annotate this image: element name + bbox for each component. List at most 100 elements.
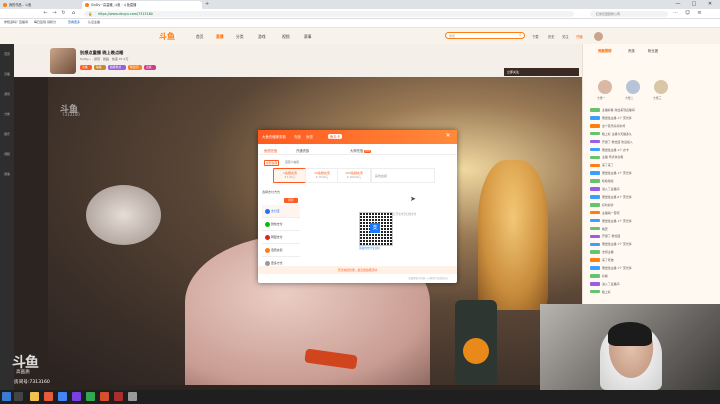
header-broadcast[interactable]: 开播 <box>576 34 583 39</box>
pay-method-wechat[interactable]: 微信支付 <box>262 218 300 231</box>
nav-live[interactable]: 直播 <box>216 34 224 40</box>
menu-icon[interactable]: ≡ <box>696 10 703 17</box>
rail-item-video[interactable]: 视频 <box>2 152 12 156</box>
follow-banner[interactable]: 立即关注 <box>504 68 579 76</box>
chat-text: 主播唱一首吧 <box>602 210 620 215</box>
modal-header-tab-0[interactable]: 充值 <box>294 134 301 139</box>
chat-text: 这个音乐好好听呀 <box>602 123 626 128</box>
header-history[interactable]: 历史 <box>548 34 555 39</box>
tab-favicon-icon <box>3 3 7 7</box>
streamer-avatar[interactable] <box>50 48 76 74</box>
search-icon[interactable]: ⌕ <box>519 32 522 38</box>
douyu-watermark-sub: 高画质 <box>16 370 30 375</box>
package-price: ¥ 100.00元 <box>346 176 362 179</box>
back-icon[interactable]: ← <box>42 10 49 17</box>
modal-agreement[interactable]: 充值即表示同意《斗鱼用户充值协议》 <box>258 275 457 282</box>
rail-item-fun[interactable]: 娱乐 <box>2 132 12 136</box>
chat-text: 晚安 <box>602 226 608 231</box>
header-download[interactable]: 下载 <box>532 34 539 39</box>
new-tab-button[interactable]: + <box>205 1 209 7</box>
modal-header-tab-1[interactable]: 鱼翅 <box>306 134 313 139</box>
bookmark-1[interactable]: 每日签到 领积分 <box>34 20 56 24</box>
chat-message: 晚上好 <box>590 290 716 295</box>
folder-icon[interactable] <box>30 392 39 401</box>
nav-games[interactable]: 游戏 <box>258 34 266 40</box>
modal-divider <box>258 154 457 155</box>
nav-events[interactable]: 赛事 <box>304 34 312 40</box>
minimize-button[interactable]: — <box>672 0 684 9</box>
bookmark-3[interactable]: 认证主播 <box>88 20 100 24</box>
modal-header-tab-2[interactable]: 鱼丸卡 <box>328 134 343 139</box>
rank-avatar-1[interactable] <box>598 80 612 94</box>
url-input[interactable]: https://www.douyu.com/7313160 <box>84 10 574 17</box>
user-level-badge <box>590 250 600 254</box>
reload-icon[interactable]: ↻ <box>60 10 67 17</box>
modal-close-icon[interactable]: ✕ <box>444 132 452 140</box>
rail-item-live[interactable]: 直播 <box>2 72 12 76</box>
extensions-icon[interactable]: ⋯ <box>672 10 679 17</box>
nav-video[interactable]: 视频 <box>282 34 290 40</box>
user-avatar[interactable] <box>594 32 603 41</box>
rank-avatar-3[interactable] <box>654 80 668 94</box>
chat-text: 开通了 粉丝团 <box>602 234 621 239</box>
taskbar-app-icon[interactable] <box>72 392 81 401</box>
tab-noble[interactable]: 贵族 <box>628 48 635 53</box>
modal-tab-recharge[interactable]: 鱼翅充值 <box>264 148 277 153</box>
rail-item-home[interactable]: 首页 <box>2 52 12 56</box>
nav-home[interactable]: 首页 <box>196 34 204 40</box>
modal-promo-footer[interactable]: 首次充值优惠，最高送鱼翅活动 <box>258 266 457 274</box>
pay-method-alipay[interactable]: 支付宝 <box>262 205 300 218</box>
taskbar-app-icon[interactable] <box>114 392 123 401</box>
chat-message: 晚安 <box>590 227 716 232</box>
badge-noble: 贵族 <box>144 65 156 70</box>
browser-icon[interactable] <box>58 392 67 401</box>
header-follow[interactable]: 关注 <box>562 34 569 39</box>
home-icon[interactable]: ⌂ <box>70 10 77 17</box>
pay-method-bank[interactable]: 网银支付 <box>262 231 300 244</box>
rank-avatar-2[interactable] <box>626 80 640 94</box>
phone-credit-icon <box>265 248 270 253</box>
taskbar-app-icon[interactable] <box>14 392 23 401</box>
site-logo[interactable]: 斗鱼 <box>159 31 175 42</box>
custom-amount-input[interactable]: 其他金额 <box>371 168 435 183</box>
taskbar-app-icon[interactable] <box>100 392 109 401</box>
rail-item-games[interactable]: 游戏 <box>2 92 12 96</box>
taskbar-app-icon[interactable] <box>44 392 53 401</box>
close-window-button[interactable]: ✕ <box>704 0 716 9</box>
maximize-button[interactable]: □ <box>688 0 700 9</box>
taskbar-app-icon[interactable] <box>128 392 137 401</box>
taskbar-app-icon[interactable] <box>86 392 95 401</box>
modal-tab-vip[interactable]: 大神充值 HOT <box>350 148 372 153</box>
nav-category[interactable]: 分类 <box>236 34 244 40</box>
subtab-custom[interactable]: 自定义充值 <box>285 160 299 164</box>
pay-method-phone[interactable]: 话费充值 <box>262 244 300 257</box>
chat-text: 支持主播 <box>602 250 614 255</box>
chat-text: 来了来了 <box>602 163 614 168</box>
tab-weekly-rank[interactable]: 贡献周榜 <box>598 48 612 53</box>
package-2[interactable]: 100鱼翅充值 ¥ 100.00元 <box>337 168 371 183</box>
rail-item-events[interactable]: 赛事 <box>2 172 12 176</box>
user-level-badge <box>590 226 600 231</box>
chat-text: 进入了直播间 <box>602 281 620 286</box>
start-icon[interactable] <box>2 392 11 401</box>
profile-icon[interactable]: ☺ <box>684 10 691 17</box>
browser-tab-0[interactable]: 我的作品 - 斗鱼 <box>0 1 80 9</box>
chat-message: 主播唱一首吧 <box>590 211 716 216</box>
package-0[interactable]: 1鱼翅充值 ¥ 1.00元 <box>273 168 307 183</box>
bookmark-2[interactable]: 查看更多 <box>68 20 80 24</box>
bookmark-0[interactable]: 你知道吗？直播间 <box>4 20 28 24</box>
user-level-badge <box>590 187 600 191</box>
forward-icon[interactable]: → <box>51 10 58 17</box>
package-1[interactable]: 10鱼翅充值 ¥ 10.00元 <box>305 168 339 183</box>
rail-item-category[interactable]: 分类 <box>2 112 12 116</box>
chat-message: 赠送给主播 1个 荧光棒 <box>590 266 716 271</box>
chat-message: 赠送给主播 1个 荧光棒 <box>590 171 716 176</box>
tab-fanclub[interactable]: 粉丝团 <box>648 48 658 53</box>
browser-search-input[interactable]: 红米巨型装修公司 <box>590 10 668 17</box>
modal-tab-noble[interactable]: 开通贵族 <box>296 148 309 153</box>
recharge-modal-header <box>258 130 457 144</box>
site-search-input[interactable]: 搜索 <box>445 32 525 39</box>
user-level-badge <box>590 171 600 175</box>
subtab-fins[interactable]: 充值鱼翅 <box>264 160 280 166</box>
browser-tab-1[interactable]: SinDy~高温暖_斗鱼 · 斗鱼直播 <box>82 1 202 9</box>
